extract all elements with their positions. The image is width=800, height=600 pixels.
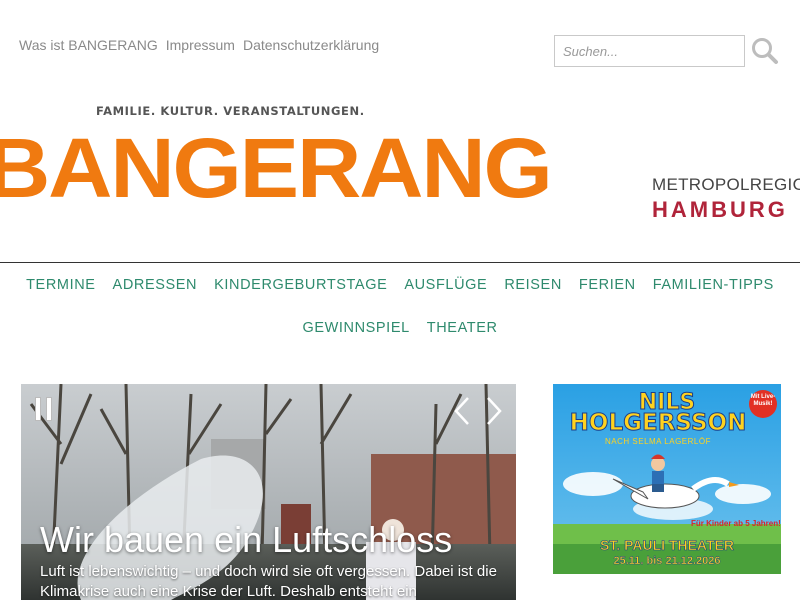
link-datenschutz[interactable]: Datenschutzerklärung xyxy=(243,37,379,53)
ad-subtitle: NACH SELMA LAGERLÖF xyxy=(605,437,711,446)
ad-age-note: Für Kinder ab 5 Jahren! xyxy=(691,519,781,528)
site-logo[interactable]: BANGERANG xyxy=(0,126,553,210)
search-input[interactable] xyxy=(554,35,745,67)
pause-icon[interactable] xyxy=(35,397,53,421)
link-impressum[interactable]: Impressum xyxy=(166,37,235,53)
nav-item-ausfluege[interactable]: AUSFLÜGE xyxy=(396,277,496,293)
ad-venue: ST. PAULI THEATER xyxy=(599,537,735,554)
region-logo-line2: HAMBURG xyxy=(652,197,788,222)
chevron-left-icon[interactable] xyxy=(451,396,473,426)
featured-slider[interactable]: Wir bauen ein Luftschloss Luft ist leben… xyxy=(21,384,516,600)
chevron-right-icon[interactable] xyxy=(483,396,505,426)
nav-item-reisen[interactable]: REISEN xyxy=(496,277,571,293)
search-icon[interactable] xyxy=(750,36,780,66)
ad-title-line2: HOLGERSSON xyxy=(569,410,747,437)
region-logo-line1: METROPOLREGION xyxy=(652,175,800,194)
theater-ad-banner[interactable]: Mit Live-Musik! NILS HOLGERSSON NACH SEL… xyxy=(553,384,781,574)
tagline: FAMILIE. KULTUR. VERANSTALTUNGEN. xyxy=(96,104,365,118)
nav-item-ferien[interactable]: FERIEN xyxy=(570,277,644,293)
nav-item-gewinnspiel[interactable]: GEWINNSPIEL xyxy=(294,320,418,336)
top-links: Was ist BANGERANG Impressum Datenschutze… xyxy=(19,37,379,53)
nav-item-theater[interactable]: THEATER xyxy=(418,320,506,336)
main-nav-row-2: GEWINNSPIEL THEATER xyxy=(0,320,800,336)
header-divider xyxy=(0,262,800,263)
slide-excerpt: Luft ist lebenswichtig – und doch wird s… xyxy=(40,563,497,600)
nav-item-adressen[interactable]: ADRESSEN xyxy=(104,277,206,293)
nav-item-kindergeburtstage[interactable]: KINDERGEBURTSTAGE xyxy=(206,277,396,293)
link-was-ist-bangerang[interactable]: Was ist BANGERANG xyxy=(19,37,158,53)
nav-item-familien-tipps[interactable]: FAMILIEN-TIPPS xyxy=(644,277,782,293)
nav-item-termine[interactable]: TERMINE xyxy=(18,277,104,293)
slide-title[interactable]: Wir bauen ein Luftschloss xyxy=(40,519,452,561)
main-nav-row-1: TERMINE ADRESSEN KINDERGEBURTSTAGE AUSFL… xyxy=(0,277,800,293)
ad-dates: 25.11. bis 21.12.2026 xyxy=(613,555,721,567)
